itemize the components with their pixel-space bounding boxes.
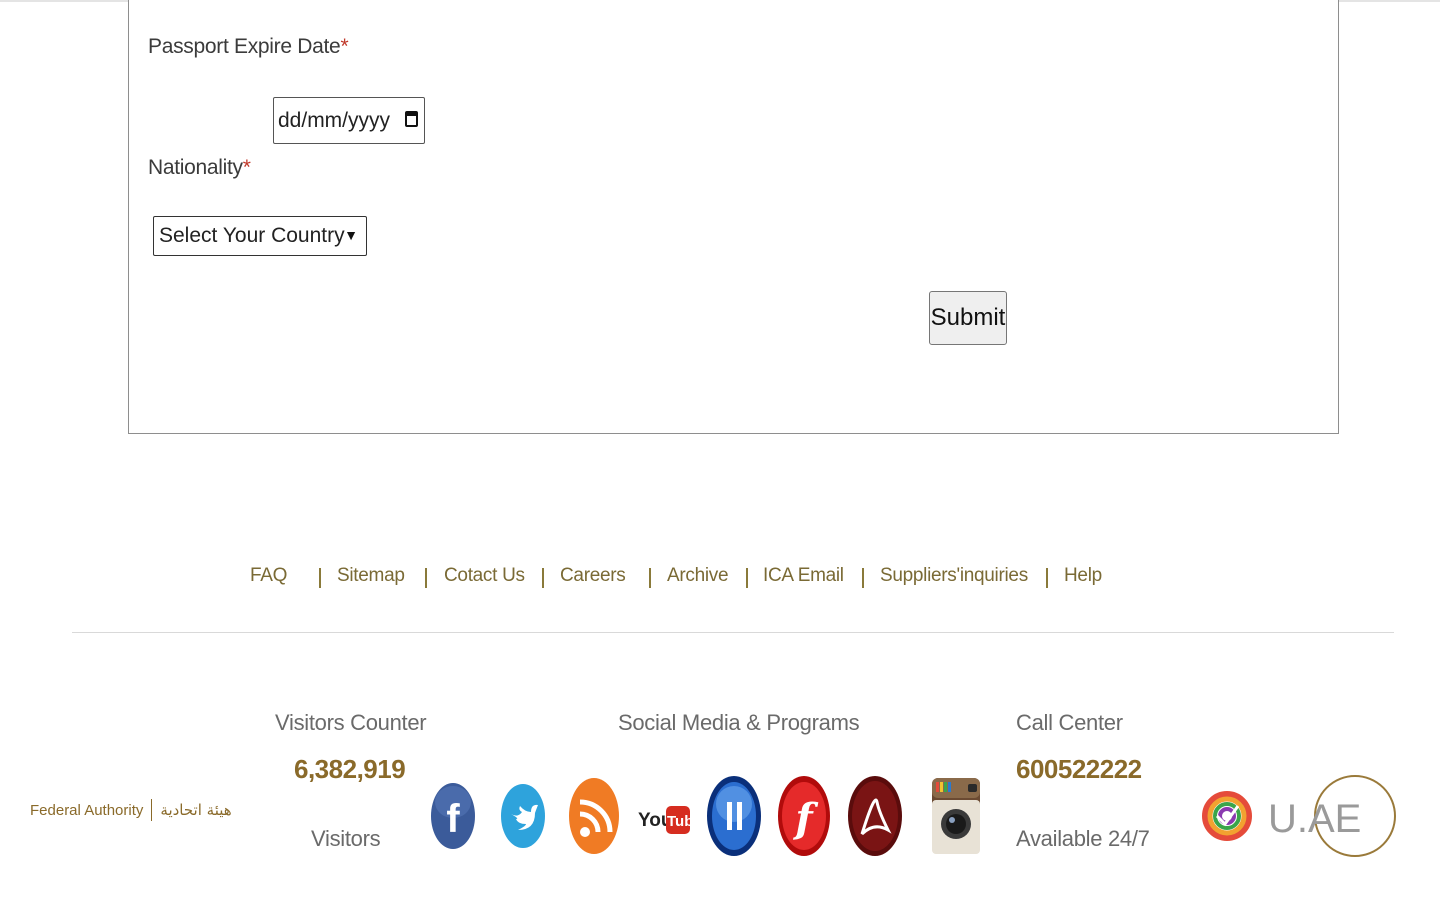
footer-link-archive[interactable]: Archive	[667, 565, 729, 587]
rss-icon[interactable]	[566, 772, 622, 862]
required-asterisk: *	[340, 35, 349, 58]
uae-logo-text: U.AE	[1268, 797, 1361, 841]
call-center-availability: Available 24/7	[1016, 826, 1150, 851]
visitors-count: 6,382,919	[294, 754, 406, 784]
svg-text:Tube: Tube	[667, 813, 692, 830]
required-asterisk: *	[242, 156, 251, 179]
facebook-icon[interactable]: f	[428, 772, 478, 862]
media-player-icon[interactable]	[704, 772, 764, 862]
social-media-title: Social Media & Programs	[618, 710, 860, 735]
logo-divider	[151, 799, 153, 821]
footer-link-careers[interactable]: Careers	[560, 565, 626, 587]
svg-text:f: f	[446, 797, 460, 841]
footer-link-faq[interactable]: FAQ	[250, 565, 287, 587]
adobe-reader-icon[interactable]	[846, 772, 904, 862]
application-form: Passport Expire Date* dd/mm/yyyy Nationa…	[128, 0, 1339, 434]
footer-link-ica-email[interactable]: ICA Email	[763, 565, 844, 587]
footer-divider	[72, 632, 1394, 633]
call-center-title: Call Center	[1016, 710, 1123, 735]
federal-authority-logo[interactable]: Federal Authority هيئة اتحادية	[30, 795, 232, 825]
federal-authority-en: Federal Authority	[30, 801, 144, 819]
nationality-select[interactable]: Select Your Country ▼	[153, 216, 367, 256]
link-separator	[862, 568, 864, 588]
federal-authority-ar: هيئة اتحادية	[160, 801, 232, 819]
nationality-label: Nationality*	[148, 156, 251, 180]
social-icons: f You Tube f	[428, 772, 988, 862]
date-placeholder: dd/mm/yyyy	[278, 108, 391, 132]
passport-expire-label-text: Passport Expire Date	[148, 35, 341, 58]
youtube-icon[interactable]: You Tube	[636, 772, 692, 862]
nationality-select-value: Select Your Country	[159, 224, 345, 247]
footer-links: FAQ Sitemap Cotact Us Careers Archive IC…	[0, 565, 1440, 595]
submit-button[interactable]: Submit	[929, 291, 1007, 345]
link-separator	[319, 568, 321, 588]
link-separator	[746, 568, 748, 588]
passport-expire-label: Passport Expire Date*	[148, 35, 349, 59]
instagram-icon[interactable]	[930, 772, 982, 862]
link-separator	[542, 568, 544, 588]
call-center-number: 600522222	[1016, 754, 1142, 784]
calendar-icon[interactable]	[405, 111, 418, 127]
link-separator	[649, 568, 651, 588]
footer-link-sitemap[interactable]: Sitemap	[337, 565, 405, 587]
nationality-label-text: Nationality	[148, 156, 243, 179]
link-separator	[1046, 568, 1048, 588]
flash-player-icon[interactable]: f	[776, 772, 832, 862]
visitors-label: Visitors	[311, 826, 381, 851]
twitter-icon[interactable]	[498, 772, 548, 862]
footer-link-contact[interactable]: Cotact Us	[444, 565, 525, 587]
footer-link-suppliers[interactable]: Suppliers'inquiries	[880, 565, 1028, 587]
link-separator	[425, 568, 427, 588]
chevron-down-icon: ▼	[344, 227, 358, 243]
uae-government-logo[interactable]: U.AE	[1200, 770, 1400, 862]
footer-link-help[interactable]: Help	[1064, 565, 1102, 587]
visitors-counter-title: Visitors Counter	[275, 710, 427, 735]
passport-expire-date-input[interactable]: dd/mm/yyyy	[273, 97, 425, 144]
